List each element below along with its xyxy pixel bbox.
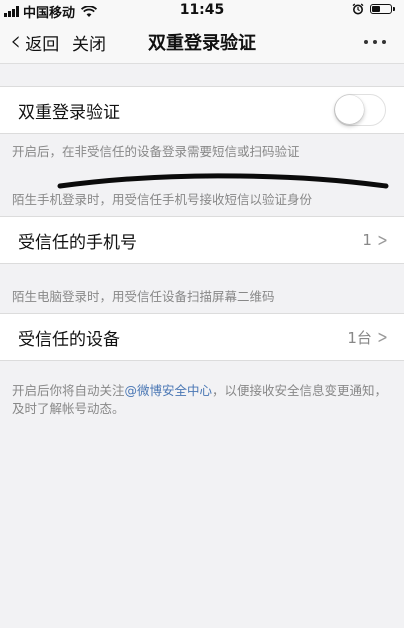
alarm-icon [352, 3, 364, 15]
more-options-button[interactable] [364, 20, 386, 64]
chevron-left-icon: ‹ [10, 24, 22, 57]
trusted-phone-label: 受信任的手机号 [18, 232, 137, 253]
page-title: 双重登录验证 [148, 33, 256, 54]
trusted-device-count: 1台 [347, 328, 372, 347]
phone-note: 陌生手机登录时，用受信任手机号接收短信以验证身份 [12, 192, 313, 207]
footer-text-before: 开启后你将自动关注 [12, 383, 125, 398]
more-dot-icon [364, 40, 368, 44]
close-button[interactable]: 关闭 [72, 20, 106, 64]
two-factor-cell: 双重登录验证 [0, 86, 404, 134]
more-dot-icon [373, 40, 377, 44]
battery-icon [370, 4, 395, 14]
weibo-security-link[interactable]: @微博安全中心 [125, 383, 213, 398]
trusted-phone-count: 1 [362, 231, 372, 249]
nav-bar: ‹ 返回 关闭 双重登录验证 [0, 20, 404, 64]
status-bar: 中国移动 11:45 [0, 0, 404, 21]
two-factor-toggle[interactable] [334, 94, 386, 126]
battery-level [372, 6, 380, 12]
trusted-phone-cell[interactable]: 受信任的手机号 1 > [0, 216, 404, 264]
two-factor-description: 开启后，在非受信任的设备登录需要短信或扫码验证 [12, 144, 300, 159]
two-factor-label: 双重登录验证 [18, 102, 120, 123]
trusted-device-value: 1台 > [347, 327, 390, 348]
footer-note: 开启后你将自动关注@微博安全中心，以便接收安全信息变更通知，及时了解帐号动态。 [12, 382, 392, 418]
status-time: 11:45 [179, 2, 225, 18]
trusted-device-label: 受信任的设备 [18, 329, 120, 350]
device-note: 陌生电脑登录时，用受信任设备扫描屏幕二维码 [12, 289, 275, 304]
back-button[interactable]: ‹ 返回 [10, 20, 59, 64]
trusted-phone-value: 1 > [362, 230, 390, 251]
trusted-device-cell[interactable]: 受信任的设备 1台 > [0, 313, 404, 361]
chevron-right-icon: > [377, 229, 388, 251]
back-label: 返回 [25, 34, 60, 55]
toggle-knob [335, 95, 364, 124]
chevron-right-icon: > [377, 326, 388, 348]
status-right [352, 3, 395, 15]
more-dot-icon [382, 40, 386, 44]
redaction-scribble [57, 173, 389, 189]
